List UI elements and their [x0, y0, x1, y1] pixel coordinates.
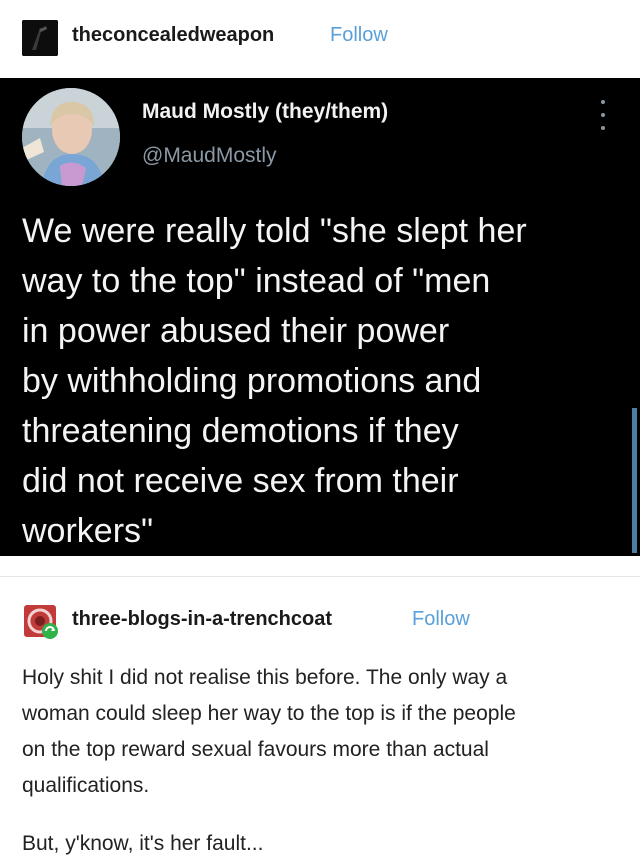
tweet-text-line: in power abused their power [22, 312, 450, 350]
follow-button-2[interactable]: Follow [412, 608, 470, 631]
tweet-text-line: way to the top" instead of "men [22, 262, 491, 300]
avatar-image-icon [22, 20, 58, 56]
user-avatar[interactable] [22, 20, 58, 56]
scrollbar-edge [632, 408, 637, 553]
profile-photo-icon [22, 88, 120, 186]
tweet-handle: @MaudMostly [142, 144, 277, 167]
post-author-username[interactable]: theconcealedweapon [72, 24, 274, 47]
tweet-display-name: Maud Mostly (they/them) [142, 100, 389, 123]
reblogger-username[interactable]: three-blogs-in-a-trenchcoat [72, 608, 332, 631]
divider [0, 576, 640, 577]
tweet-text-line: by withholding promotions and [22, 362, 482, 400]
tweet-avatar [22, 88, 120, 186]
tweet-text-line: We were really told "she slept her [22, 212, 527, 250]
comment-line: on the top reward sexual favours more th… [22, 738, 489, 761]
more-options-icon[interactable] [596, 100, 610, 130]
reblogger-avatar[interactable] [22, 603, 58, 639]
reblog-comment: Holy shit I did not realise this before.… [22, 660, 622, 862]
tweet-text-line: workers" [22, 512, 154, 550]
follow-button[interactable]: Follow [330, 24, 388, 47]
post-header: theconcealedweapon Follow [0, 0, 640, 78]
comment-line: woman could sleep her way to the top is … [22, 702, 516, 725]
comment-line: qualifications. [22, 774, 150, 797]
embedded-tweet-screenshot: Maud Mostly (they/them) @MaudMostly We w… [0, 78, 640, 556]
reblogger-avatar-icon [24, 605, 58, 639]
tweet-text-line: threatening demotions if they [22, 412, 459, 450]
tweet-body: We were really told "she slept her way t… [22, 206, 617, 556]
tweet-text-line: did not receive sex from their [22, 462, 459, 500]
comment-line: Holy shit I did not realise this before.… [22, 666, 508, 689]
comment-line: But, y'know, it's her fault... [22, 832, 264, 855]
